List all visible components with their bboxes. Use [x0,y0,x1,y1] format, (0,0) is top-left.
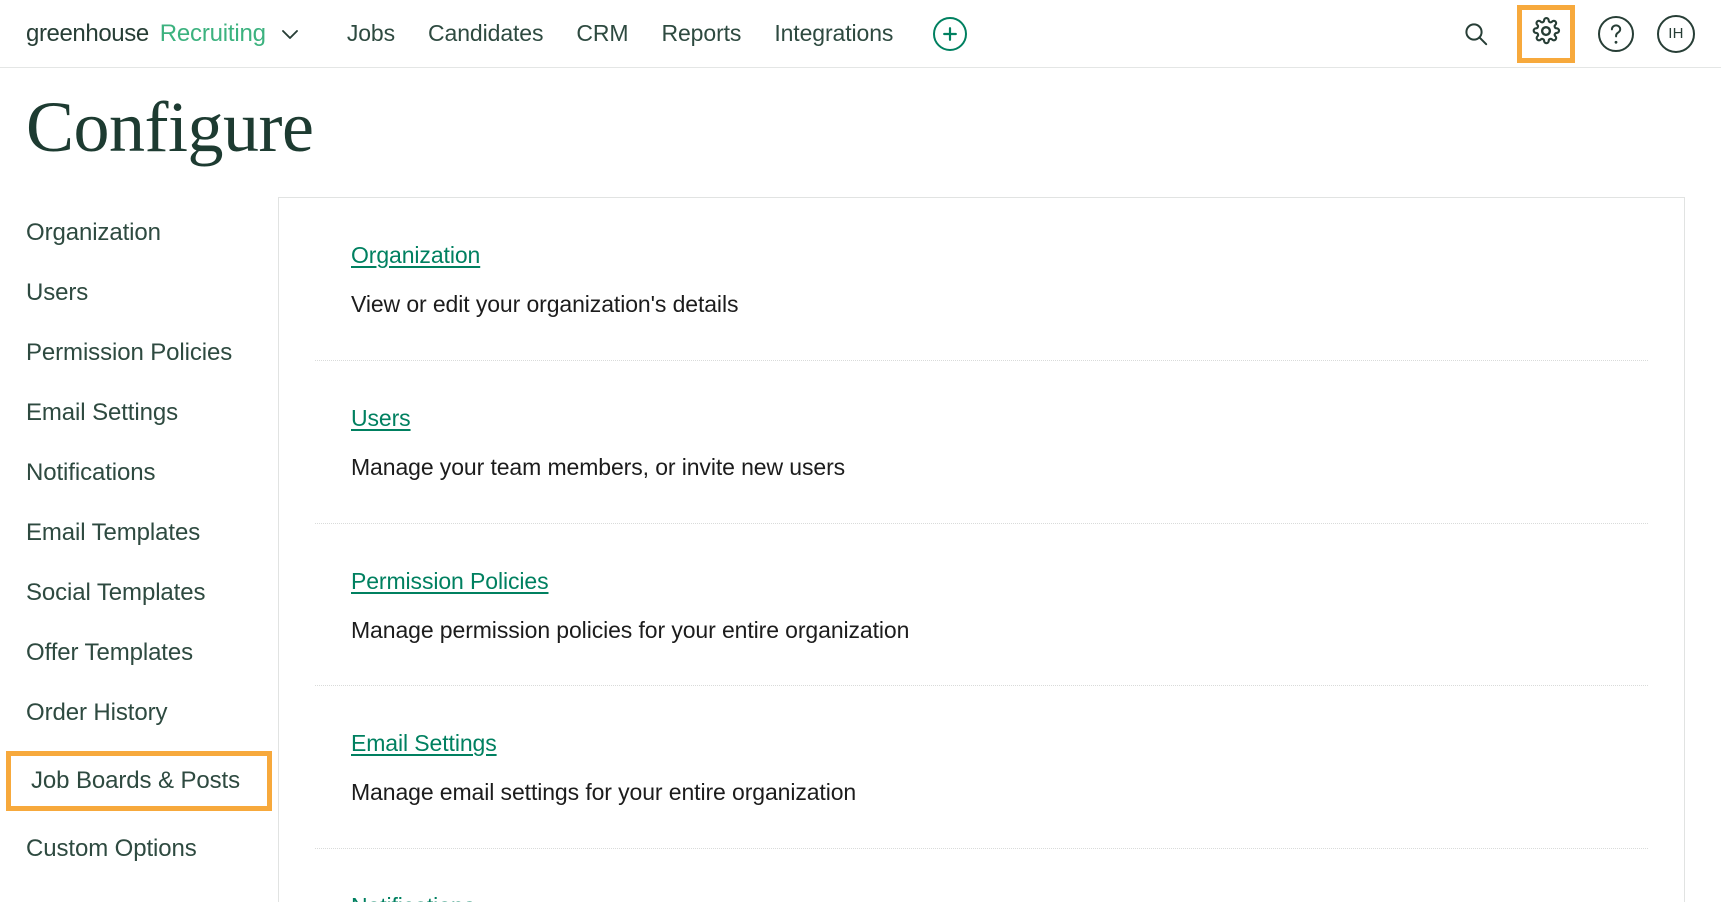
settings-row: Email Settings Manage email settings for… [315,686,1648,849]
page-title: Configure [0,68,1721,169]
avatar[interactable]: IH [1657,15,1695,53]
nav-item-candidates[interactable]: Candidates [428,20,543,47]
sidebar-item-notifications[interactable]: Notifications [0,451,278,495]
nav-item-integrations[interactable]: Integrations [774,20,893,47]
configure-settings-card: Organization View or edit your organizat… [278,197,1685,902]
brand-product: Recruiting [160,20,266,48]
sidebar-item-social-templates[interactable]: Social Templates [0,571,278,615]
link-users[interactable]: Users [351,405,411,432]
chevron-down-icon[interactable] [277,21,303,47]
nav-item-reports[interactable]: Reports [661,20,741,47]
search-icon[interactable] [1457,15,1495,53]
sidebar-item-order-history[interactable]: Order History [0,691,278,735]
sidebar-item-users[interactable]: Users [0,271,278,315]
gear-icon [1531,16,1561,51]
description-users: Manage your team members, or invite new … [351,453,1648,483]
nav-item-jobs[interactable]: Jobs [347,20,395,47]
primary-nav: Jobs Candidates CRM Reports Integrations [347,20,893,47]
sidebar-item-offer-templates[interactable]: Offer Templates [0,631,278,675]
description-organization: View or edit your organization's details [351,290,1648,320]
settings-row: Permission Policies Manage permission po… [315,524,1648,687]
page-body: Organization Users Permission Policies E… [0,197,1721,902]
link-permission-policies[interactable]: Permission Policies [351,568,549,595]
brand-name: greenhouse [26,20,149,48]
avatar-initials: IH [1668,25,1684,42]
top-navigation-bar: greenhouse Recruiting Jobs Candidates CR… [0,0,1721,68]
sidebar-item-custom-options[interactable]: Custom Options [0,827,278,871]
sidebar-item-email-settings[interactable]: Email Settings [0,391,278,435]
sidebar-item-permission-policies[interactable]: Permission Policies [0,331,278,375]
description-email-settings: Manage email settings for your entire or… [351,778,1648,808]
question-circle-icon[interactable] [1597,15,1635,53]
nav-actions: IH [1457,5,1695,63]
sidebar-item-job-boards-posts[interactable]: Job Boards & Posts [6,751,272,811]
brand-logo-dropdown[interactable]: greenhouse Recruiting [26,20,303,48]
plus-circle-icon[interactable] [933,17,967,51]
link-organization[interactable]: Organization [351,242,480,269]
link-email-settings[interactable]: Email Settings [351,730,497,757]
nav-item-crm[interactable]: CRM [576,20,628,47]
settings-row: Notifications Configure your notificatio… [315,849,1648,902]
settings-button[interactable] [1517,5,1575,63]
settings-row: Users Manage your team members, or invit… [315,361,1648,524]
sidebar-item-email-templates[interactable]: Email Templates [0,511,278,555]
link-notifications[interactable]: Notifications [351,893,475,902]
sidebar-item-organization[interactable]: Organization [0,211,278,255]
configure-sidebar: Organization Users Permission Policies E… [0,197,278,887]
settings-row: Organization View or edit your organizat… [315,198,1648,361]
description-permission-policies: Manage permission policies for your enti… [351,616,1648,646]
